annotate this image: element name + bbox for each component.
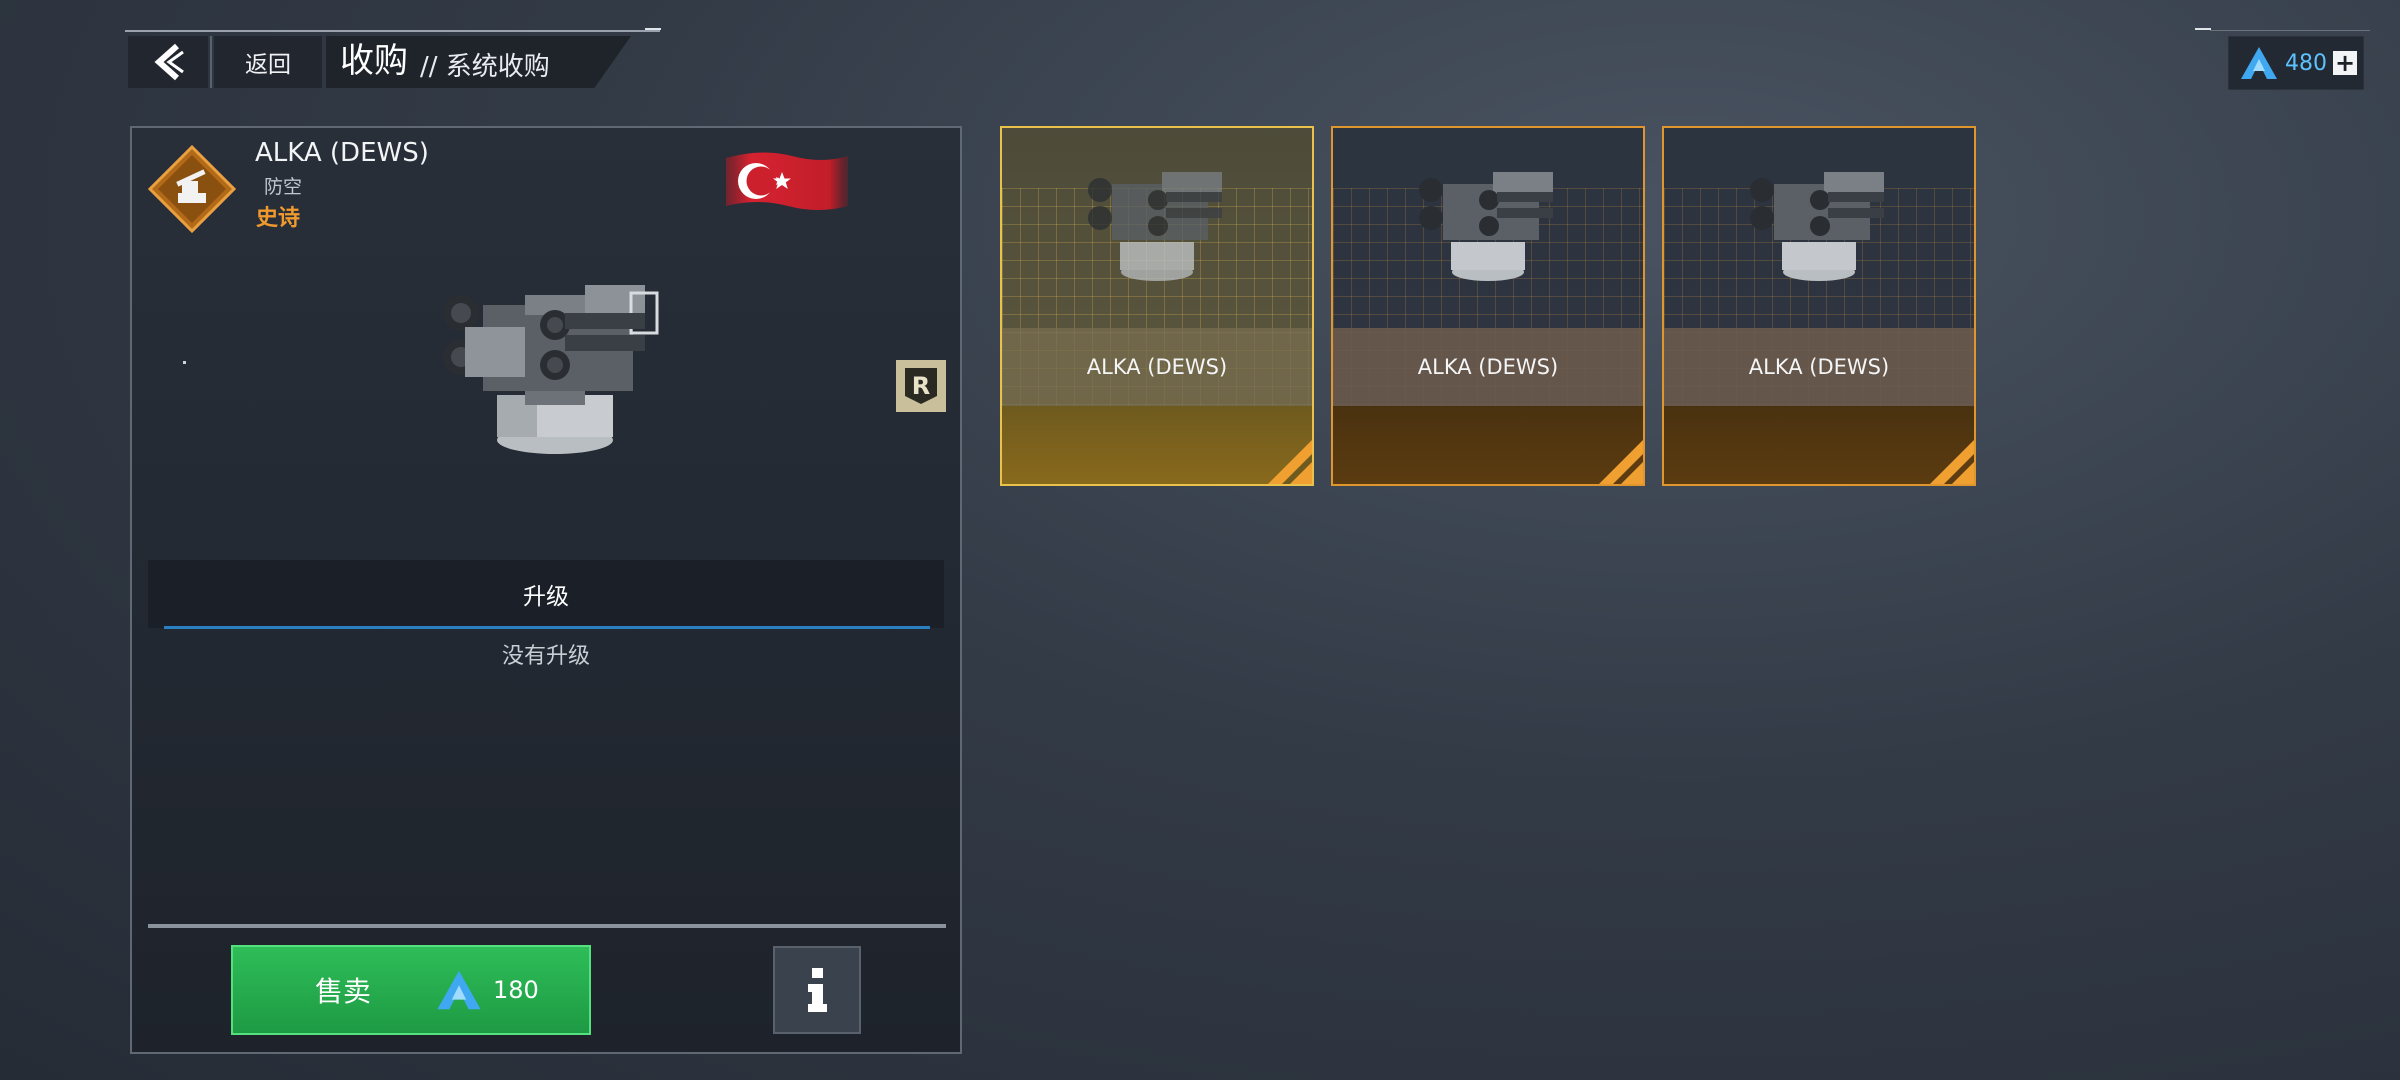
item-card-1[interactable]: ALKA (DEWS) bbox=[1000, 126, 1314, 486]
currency-line bbox=[2210, 30, 2370, 31]
item-rarity: 史诗 bbox=[256, 206, 301, 231]
turkey-flag-icon bbox=[726, 152, 848, 210]
page-subtitle: // 系统收购 bbox=[420, 52, 550, 82]
corner-stripe bbox=[1599, 440, 1643, 484]
header-tick bbox=[645, 28, 661, 30]
corner-stripe bbox=[1930, 440, 1974, 484]
currency-tick bbox=[2195, 28, 2211, 30]
header-line bbox=[125, 30, 660, 32]
currency-icon bbox=[2241, 47, 2277, 79]
info-button[interactable] bbox=[773, 946, 861, 1034]
back-label: 返回 bbox=[245, 52, 291, 78]
alka-turret-image bbox=[443, 285, 659, 454]
page-title: 收购 bbox=[340, 41, 408, 81]
item-type: 防空 bbox=[264, 176, 303, 198]
back-label-button[interactable]: 返回 bbox=[214, 36, 322, 88]
anti-air-turret-icon bbox=[148, 145, 236, 233]
tab-active-indicator bbox=[164, 626, 930, 629]
no-upgrade-text: 没有升级 bbox=[501, 644, 590, 669]
svg-text:R: R bbox=[912, 372, 930, 400]
card-name: ALKA (DEWS) bbox=[1333, 328, 1643, 406]
header-separator bbox=[210, 36, 212, 88]
decorative-dot bbox=[183, 361, 186, 364]
alka-turret-image bbox=[1088, 172, 1222, 281]
card-footer bbox=[1333, 406, 1643, 484]
card-name: ALKA (DEWS) bbox=[1002, 328, 1312, 406]
sell-label: 售卖 bbox=[315, 975, 372, 1008]
panel-divider bbox=[148, 924, 946, 928]
item-card-2[interactable]: ALKA (DEWS) bbox=[1331, 126, 1645, 486]
sell-price: 180 bbox=[493, 976, 539, 1004]
alka-turret-image bbox=[1750, 172, 1884, 281]
plus-icon[interactable]: + bbox=[2333, 51, 2357, 75]
corner-stripe bbox=[1268, 440, 1312, 484]
card-footer bbox=[1664, 406, 1974, 484]
card-footer bbox=[1002, 406, 1312, 484]
sell-button[interactable]: 售卖 180 bbox=[231, 945, 591, 1035]
currency-amount: 480 bbox=[2285, 50, 2327, 76]
tab-upgrade[interactable]: 升级 bbox=[148, 560, 944, 628]
back-button[interactable] bbox=[128, 36, 208, 88]
rank-r-icon: R bbox=[905, 368, 937, 404]
info-icon bbox=[808, 968, 827, 1012]
rank-badge: R bbox=[896, 360, 946, 412]
upgrade-tab-label: 升级 bbox=[523, 584, 569, 610]
alka-turret-image bbox=[1419, 172, 1553, 281]
item-card-3[interactable]: ALKA (DEWS) bbox=[1662, 126, 1976, 486]
currency-display[interactable]: 480 + bbox=[2228, 36, 2364, 90]
card-name: ALKA (DEWS) bbox=[1664, 328, 1974, 406]
item-name: ALKA (DEWS) bbox=[255, 138, 429, 168]
currency-icon bbox=[437, 970, 481, 1010]
chevron-left-icon bbox=[154, 43, 184, 81]
